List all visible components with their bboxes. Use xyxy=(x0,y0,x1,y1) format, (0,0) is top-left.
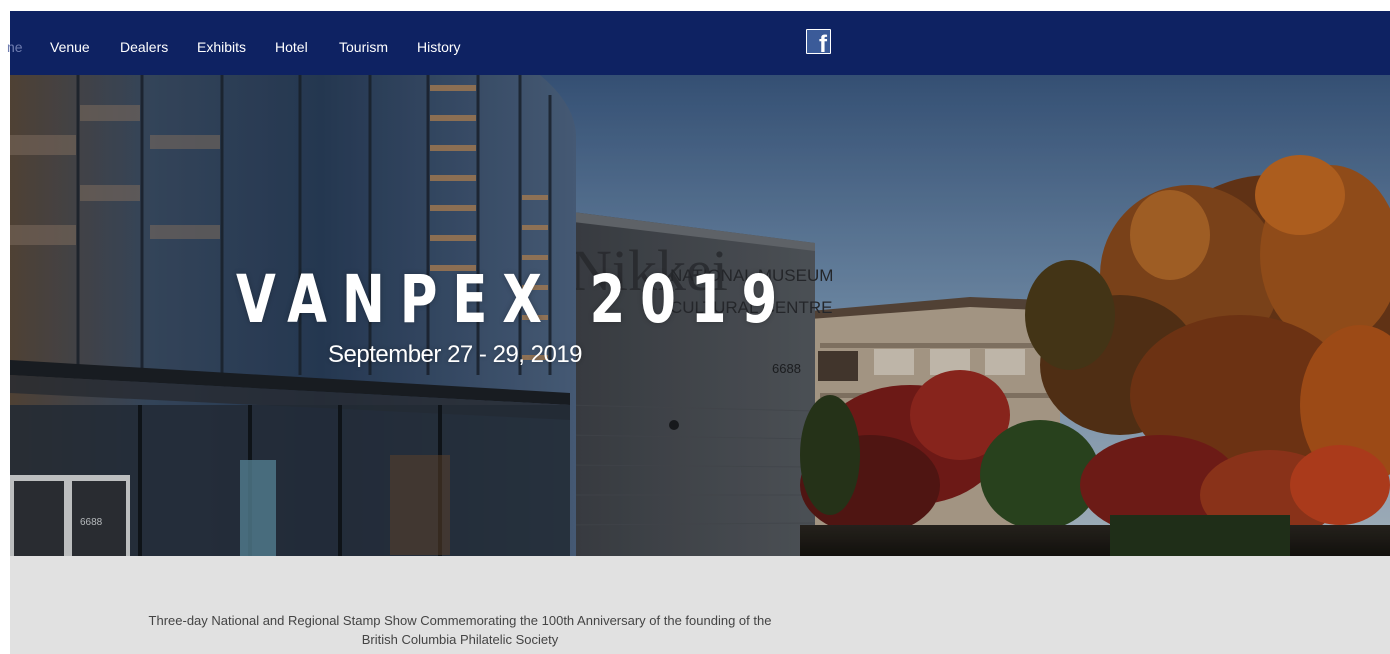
nav-item-tourism[interactable]: Tourism xyxy=(339,39,388,55)
description-line-2: British Columbia Philatelic Society xyxy=(361,632,559,647)
description-text: Three-day National and Regional Stamp Sh… xyxy=(90,611,830,649)
hero-date: September 27 - 29, 2019 xyxy=(328,341,583,368)
hero-banner: Nikkei NATIONAL MUSEUM CULTURAL CENTRE 6… xyxy=(10,75,1390,556)
nav-item-dealers[interactable]: Dealers xyxy=(120,39,168,55)
nav-item-venue[interactable]: Venue xyxy=(50,39,90,55)
top-navigation: ne Venue Dealers Exhibits Hotel Tourism … xyxy=(7,11,1390,75)
page: ne Venue Dealers Exhibits Hotel Tourism … xyxy=(0,0,1390,654)
nav-item-hotel[interactable]: Hotel xyxy=(275,39,308,55)
facebook-icon-background: f xyxy=(807,30,830,53)
nav-item-home[interactable]: ne xyxy=(7,39,23,55)
facebook-icon[interactable]: f xyxy=(806,29,831,54)
facebook-glyph: f xyxy=(819,31,827,54)
description-line-1: Three-day National and Regional Stamp Sh… xyxy=(148,613,772,628)
nav-item-exhibits[interactable]: Exhibits xyxy=(197,39,246,55)
nav-item-history[interactable]: History xyxy=(417,39,461,55)
hero-title: VANPEX 2019 xyxy=(236,261,793,338)
description-section: Three-day National and Regional Stamp Sh… xyxy=(10,556,1390,654)
